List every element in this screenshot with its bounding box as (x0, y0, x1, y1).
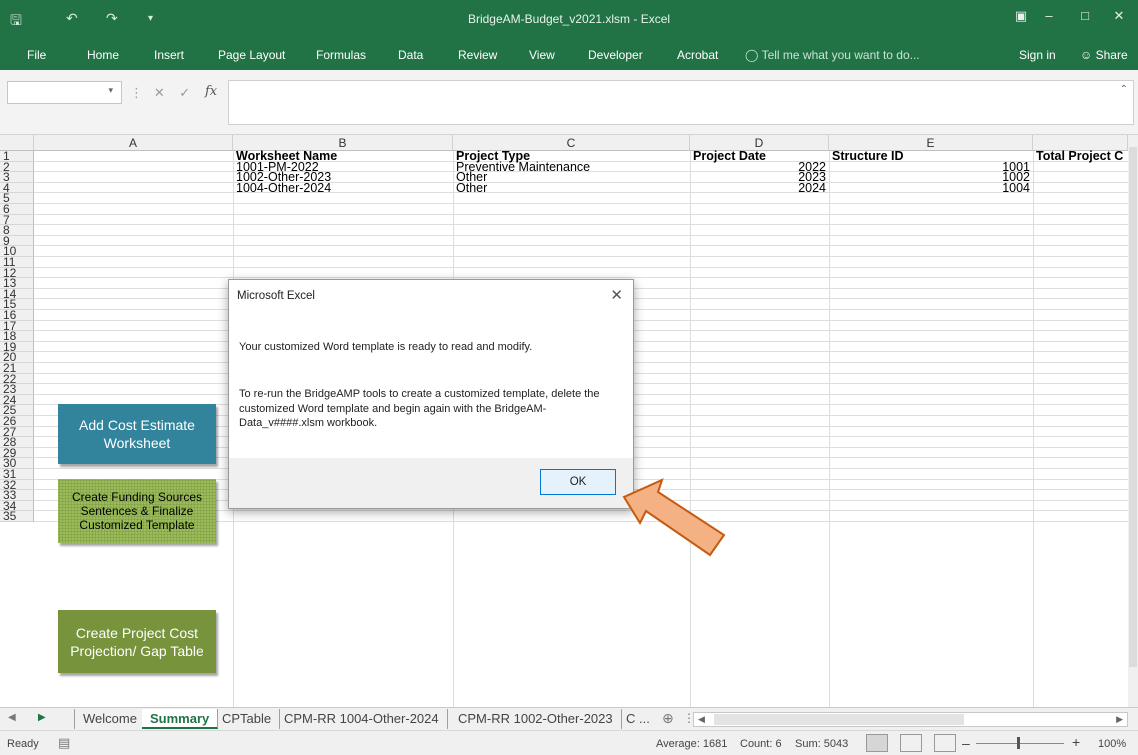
dialog-footer: OK (229, 458, 633, 508)
tab-insert[interactable]: Insert (154, 48, 184, 62)
grid-row (34, 225, 1128, 236)
name-box[interactable]: ▾ (7, 81, 122, 104)
person-icon: ☺ (1080, 48, 1093, 62)
tab-acrobat[interactable]: Acrobat (677, 48, 718, 62)
tab-home[interactable]: Home (87, 48, 119, 62)
sheet-tab-welcome[interactable]: Welcome (74, 709, 146, 729)
status-ready: Ready (7, 738, 39, 750)
zoom-out-icon[interactable]: – (962, 735, 970, 751)
header-structure-id[interactable]: Structure ID (832, 150, 904, 162)
tab-review[interactable]: Review (458, 48, 497, 62)
page-layout-view-icon[interactable] (900, 734, 922, 752)
zoom-level[interactable]: 100% (1098, 738, 1126, 750)
scroll-thumb[interactable] (1129, 147, 1137, 667)
lightbulb-icon: ◯ (745, 48, 759, 62)
sheet-tab-cpm-rr-1002[interactable]: CPM-RR 1002-Other-2023 (450, 709, 622, 729)
cell-structure-id[interactable]: 1001 (829, 161, 1030, 173)
dialog-title: Microsoft Excel (237, 290, 315, 302)
chevron-down-icon[interactable]: ▾ (108, 85, 113, 96)
grid-row (34, 215, 1128, 226)
add-cost-estimate-button[interactable]: Add Cost Estimate Worksheet (58, 404, 216, 464)
cell-structure-id[interactable]: 1004 (829, 182, 1030, 194)
title-bar: 🖫 ↶ ↷ ▾ BridgeAM-Budget_v2021.xlsm - Exc… (0, 0, 1138, 40)
create-funding-sources-button[interactable]: Create Funding Sources Sentences & Final… (58, 479, 216, 543)
formula-buttons: ⋮ ✕ ✓ (130, 85, 190, 101)
maximize-icon[interactable]: □ (1074, 8, 1096, 28)
tab-formulas[interactable]: Formulas (316, 48, 366, 62)
message-dialog: Microsoft Excel ✕ Your customized Word t… (228, 279, 634, 509)
tab-data[interactable]: Data (398, 48, 423, 62)
close-icon[interactable]: ✕ (1108, 8, 1130, 28)
cell-project-type[interactable]: Other (456, 182, 487, 194)
tab-file[interactable]: File (27, 48, 46, 62)
window-title: BridgeAM-Budget_v2021.xlsm - Excel (467, 12, 671, 26)
status-count: Count: 6 (740, 738, 782, 750)
gridline (829, 151, 830, 707)
tab-view[interactable]: View (529, 48, 555, 62)
close-icon[interactable]: ✕ (610, 286, 623, 304)
sheet-tab-cpm-rr-1004[interactable]: CPM-RR 1004-Other-2024 (276, 709, 448, 729)
scroll-left-icon[interactable]: ◀ (698, 714, 705, 725)
sheet-tab-more[interactable]: C ... (618, 709, 658, 729)
grid-row (34, 268, 1128, 279)
collapse-formula-bar-icon[interactable]: ⌃ (1120, 84, 1128, 95)
dialog-message: Your customized Word template is ready t… (239, 341, 533, 353)
normal-view-icon[interactable] (866, 734, 888, 752)
share-label: Share (1095, 48, 1128, 62)
header-project-date[interactable]: Project Date (693, 150, 766, 162)
vertical-scrollbar[interactable] (1128, 135, 1138, 707)
insert-function-icon[interactable]: fx (205, 84, 217, 99)
ok-button[interactable]: OK (540, 469, 616, 495)
status-sum: Sum: 5043 (795, 738, 849, 750)
cell-structure-id[interactable]: 1002 (829, 171, 1030, 183)
grid-row (34, 246, 1128, 257)
tell-me-box[interactable]: ◯ Tell me what you want to do... (745, 48, 920, 62)
sheet-tab-bar: ◀ ▶ Welcome Summary CPTable CPM-RR 1004-… (0, 707, 1138, 730)
tell-me-text: Tell me what you want to do... (761, 48, 920, 62)
formula-input[interactable] (228, 80, 1134, 125)
formula-bar: ▾ ⋮ ✕ ✓ fx ⌃ (0, 70, 1138, 135)
arrow-shape (622, 478, 726, 557)
dialog-message-detail: To re-run the BridgeAMP tools to create … (239, 388, 600, 429)
tab-developer[interactable]: Developer (588, 48, 643, 62)
column-header-a[interactable]: A (34, 135, 233, 151)
pointer-arrow-icon (622, 478, 726, 557)
cell-worksheet-name[interactable]: 1004-Other-2024 (236, 182, 331, 194)
cancel-icon[interactable]: ✕ (154, 85, 165, 100)
ribbon-tabs: File Home Insert Page Layout Formulas Da… (0, 40, 1138, 70)
header-total-project-cost[interactable]: Total Project C (1036, 150, 1123, 162)
scroll-right-icon[interactable]: ▶ (1116, 714, 1123, 725)
cell-project-date[interactable]: 2024 (690, 182, 826, 194)
share-button[interactable]: ☺ Share (1080, 48, 1128, 62)
gridline (690, 151, 691, 707)
scroll-tabs-left-icon[interactable]: ◀ (8, 712, 16, 723)
page-break-preview-icon[interactable] (934, 734, 956, 752)
ribbon-display-options-icon[interactable]: ▣ (1010, 8, 1032, 28)
create-project-cost-projection-button[interactable]: Create Project Cost Projection/ Gap Tabl… (58, 610, 216, 673)
grid-row (34, 257, 1128, 268)
sheet-tab-cptable[interactable]: CPTable (214, 709, 281, 729)
tab-page-layout[interactable]: Page Layout (218, 48, 285, 62)
separator-icon: ⋮ (130, 85, 143, 100)
status-bar: Ready ▤ Average: 1681 Count: 6 Sum: 5043… (0, 730, 1138, 755)
status-average: Average: 1681 (656, 738, 728, 750)
grid-row (34, 236, 1128, 247)
enter-check-icon[interactable]: ✓ (179, 85, 190, 100)
sign-in-link[interactable]: Sign in (1019, 48, 1056, 62)
horizontal-scrollbar[interactable]: ◀ ▶ (693, 712, 1128, 727)
gridline (1033, 151, 1034, 707)
grid-row (34, 193, 1128, 204)
sheet-tab-summary[interactable]: Summary (142, 709, 219, 729)
scroll-tabs-right-icon[interactable]: ▶ (38, 712, 46, 723)
zoom-slider-knob[interactable] (1017, 737, 1020, 749)
scroll-thumb[interactable] (714, 714, 964, 725)
grid-row (34, 204, 1128, 215)
minimize-icon[interactable]: – (1038, 8, 1060, 28)
row-header[interactable]: 35 (0, 511, 34, 522)
zoom-slider[interactable] (976, 737, 1064, 749)
macro-recording-icon[interactable]: ▤ (58, 735, 70, 751)
add-sheet-icon[interactable]: ⊕ (662, 710, 674, 727)
zoom-in-icon[interactable]: + (1072, 734, 1080, 750)
